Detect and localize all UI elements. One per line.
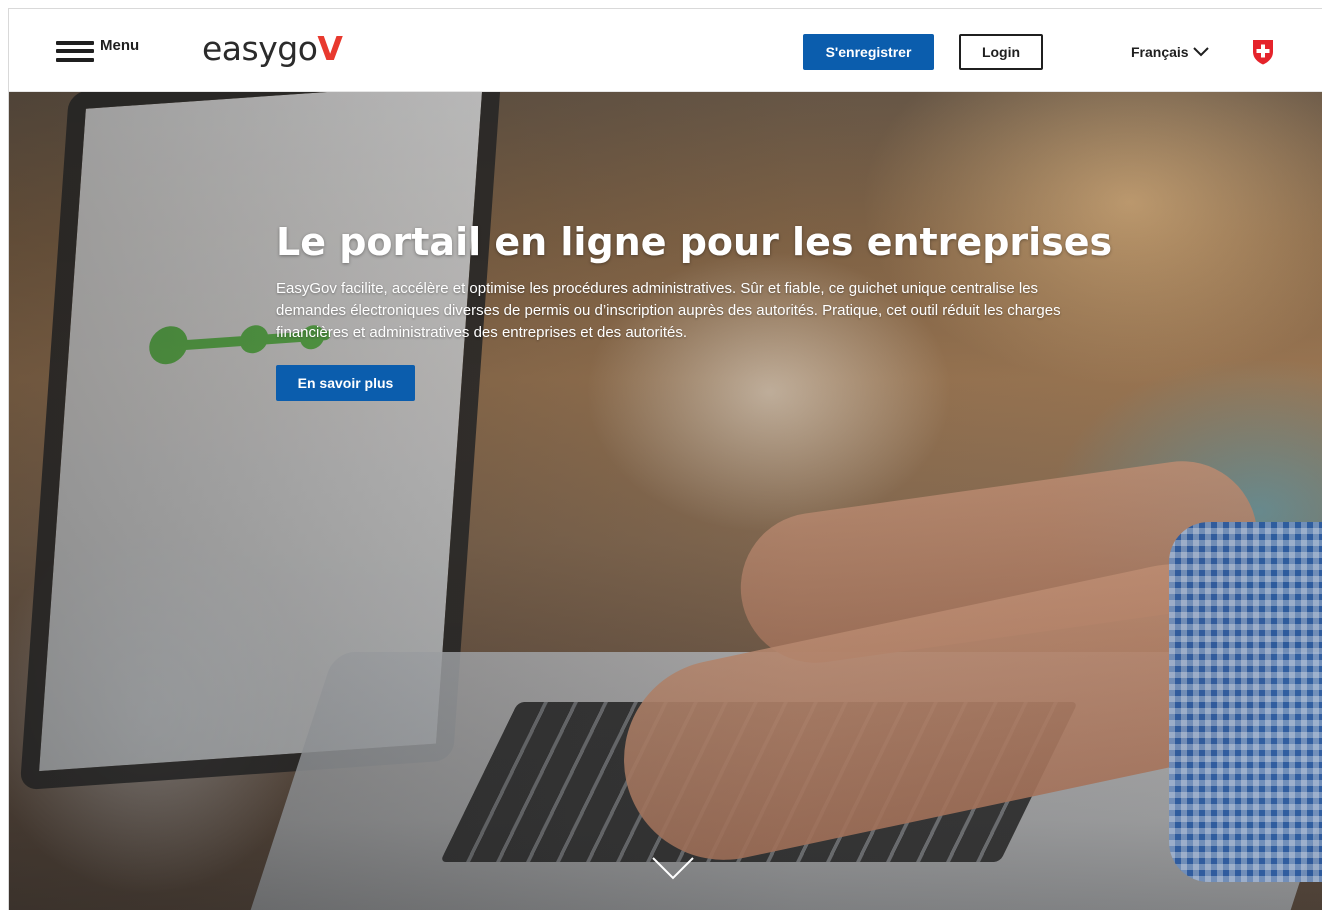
login-button[interactable]: Login: [959, 34, 1043, 70]
hero-title: Le portail en ligne pour les entreprises: [276, 220, 1113, 264]
language-selector[interactable]: Français: [1131, 41, 1209, 63]
language-label: Français: [1131, 44, 1189, 60]
logo-accent: V: [317, 29, 343, 68]
site-header: Menu easygo V S'enregistrer Login Françai…: [9, 9, 1322, 92]
learn-more-button[interactable]: En savoir plus: [276, 365, 415, 401]
hamburger-icon: [56, 40, 94, 62]
hero-overlay: [9, 92, 1322, 910]
logo-text: easygo: [202, 29, 318, 68]
scroll-down-chevron-icon[interactable]: [651, 856, 695, 882]
menu-label: Menu: [100, 36, 140, 54]
register-button[interactable]: S'enregistrer: [803, 34, 934, 70]
hero-section: Le portail en ligne pour les entreprises…: [9, 92, 1322, 910]
menu-button[interactable]: Menu: [56, 36, 140, 64]
chevron-down-icon: [1192, 47, 1209, 57]
hero-content: Le portail en ligne pour les entreprises…: [276, 218, 1113, 401]
browser-viewport: Menu easygo V S'enregistrer Login Françai…: [8, 8, 1322, 910]
hero-description: EasyGov facilite, accélère et optimise l…: [276, 280, 1061, 341]
easygov-logo[interactable]: easygo V: [202, 29, 343, 69]
swiss-cross-icon: [1253, 40, 1273, 65]
